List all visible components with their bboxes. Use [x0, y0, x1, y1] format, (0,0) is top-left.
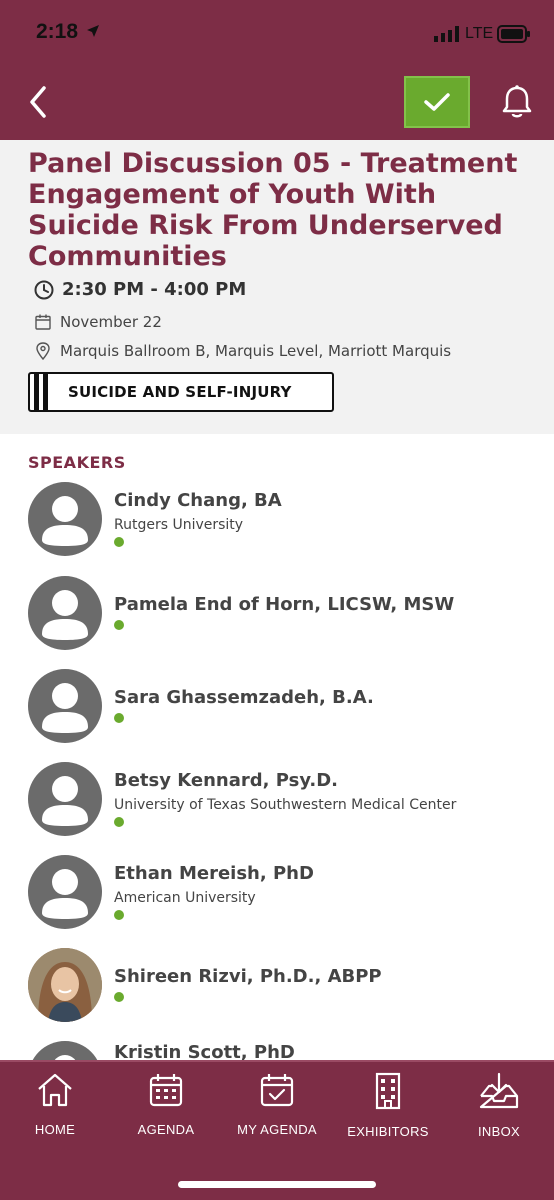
speaker-item[interactable]: Ethan Mereish, PhD American University	[0, 855, 554, 935]
add-to-agenda-button[interactable]	[404, 76, 470, 128]
status-time: 2:18	[36, 20, 79, 43]
bell-icon	[502, 85, 532, 118]
speaker-photo	[28, 948, 102, 1022]
avatar-placeholder-icon	[28, 669, 102, 743]
speaker-organization: Rutgers University	[114, 517, 244, 533]
avatar-placeholder-icon	[28, 482, 102, 556]
track-tag[interactable]: SUICIDE AND SELF-INJURY	[28, 372, 334, 412]
calendar-icon	[35, 314, 51, 330]
signal-icon	[434, 26, 459, 42]
track-label: SUICIDE AND SELF-INJURY	[68, 383, 292, 401]
speaker-item[interactable]: Betsy Kennard, Psy.D. University of Texa…	[0, 762, 554, 842]
session-title: Panel Discussion 05 - Treatment Engageme…	[28, 148, 518, 272]
tab-my-agenda[interactable]: MY AGENDA	[222, 1072, 332, 1152]
online-status-indicator	[114, 537, 124, 547]
speaker-name: Sara Ghassemzadeh, B.A.	[114, 687, 374, 708]
speaker-name: Betsy Kennard, Psy.D.	[114, 770, 339, 791]
tab-home[interactable]: HOME	[0, 1072, 110, 1152]
checkmark-icon	[424, 93, 450, 111]
speaker-name: Cindy Chang, BA	[114, 490, 282, 511]
battery-icon	[497, 25, 530, 43]
map-pin-icon	[36, 342, 50, 361]
tab-exhibitors[interactable]: EXHIBITORS	[333, 1072, 443, 1152]
speaker-name: Ethan Mereish, PhD	[114, 863, 314, 884]
tab-inbox-label: INBOX	[478, 1124, 520, 1139]
session-date: November 22	[60, 313, 162, 331]
speaker-name: Pamela End of Horn, LICSW, MSW	[114, 594, 455, 615]
session-location-row: Marquis Ballroom B, Marquis Level, Marri…	[34, 341, 451, 361]
speaker-item[interactable]: Pamela End of Horn, LICSW, MSW	[0, 576, 554, 656]
online-status-indicator	[114, 992, 124, 1002]
tab-agenda-label: AGENDA	[137, 1122, 195, 1137]
home-indicator[interactable]	[178, 1181, 376, 1188]
clock-icon	[34, 280, 54, 299]
speaker-item[interactable]: Sara Ghassemzadeh, B.A.	[0, 669, 554, 749]
avatar-placeholder-icon	[28, 855, 102, 929]
online-status-indicator	[114, 910, 124, 920]
back-button[interactable]	[24, 84, 54, 120]
avatar-placeholder-icon	[28, 762, 102, 836]
status-bar: 2:18 LTE	[0, 0, 554, 68]
building-icon	[375, 1072, 401, 1110]
notification-button[interactable]	[500, 84, 534, 120]
tab-inbox[interactable]: INBOX	[444, 1072, 554, 1152]
online-status-indicator	[114, 620, 124, 630]
session-time-row: 2:30 PM - 4:00 PM	[34, 279, 246, 300]
session-date-row: November 22	[34, 313, 162, 331]
home-icon	[38, 1073, 72, 1107]
speaker-item[interactable]: Cindy Chang, BA Rutgers University	[0, 482, 554, 562]
session-location: Marquis Ballroom B, Marquis Level, Marri…	[60, 342, 452, 360]
online-status-indicator	[114, 817, 124, 827]
bottom-tab-bar: HOME AGENDA MY AGENDA EXHIBITORS INBOX	[0, 1060, 554, 1200]
speaker-organization: American University	[114, 890, 256, 906]
speaker-name: Shireen Rizvi, Ph.D., ABPP	[114, 966, 382, 987]
speaker-item[interactable]: Shireen Rizvi, Ph.D., ABPP	[0, 948, 554, 1028]
chevron-left-icon	[30, 86, 46, 118]
speaker-organization: University of Texas Southwestern Medical…	[114, 797, 457, 813]
location-arrow-icon	[87, 25, 99, 37]
tab-my-agenda-label: MY AGENDA	[237, 1122, 317, 1137]
calendar-icon	[149, 1074, 183, 1107]
session-time: 2:30 PM - 4:00 PM	[62, 279, 247, 300]
avatar-placeholder-icon	[28, 576, 102, 650]
tab-agenda[interactable]: AGENDA	[111, 1072, 221, 1152]
track-color-stripes	[30, 374, 58, 410]
network-label: LTE	[465, 25, 494, 42]
inbox-icon	[479, 1072, 519, 1109]
online-status-indicator	[114, 713, 124, 723]
speakers-heading: SPEAKERS	[28, 453, 126, 472]
calendar-check-icon	[260, 1074, 294, 1107]
tab-home-label: HOME	[34, 1122, 76, 1137]
tab-exhibitors-label: EXHIBITORS	[347, 1124, 429, 1139]
